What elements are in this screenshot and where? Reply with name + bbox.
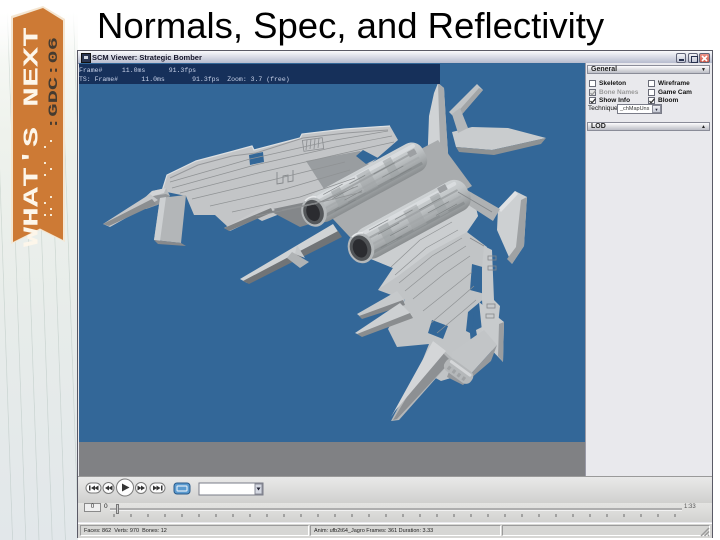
svg-text:WHAT'S NEXT: WHAT'S NEXT (22, 27, 45, 247)
svg-text::GDC:06: :GDC:06 (46, 37, 61, 130)
